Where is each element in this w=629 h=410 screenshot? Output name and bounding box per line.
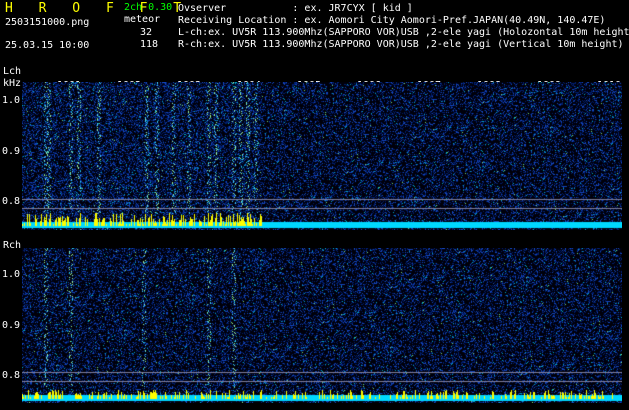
lch-label: Lch <box>3 66 22 77</box>
l-freq-tick-0-9: 0.9 <box>2 146 21 157</box>
image-filename: 2503151000.png <box>5 17 90 28</box>
rch-label: Rch <box>3 240 22 251</box>
l-channel-spectrogram <box>22 82 622 230</box>
l-freq-tick-0-8: 0.8 <box>2 196 21 207</box>
r-freq-tick-0-8: 0.8 <box>2 370 21 381</box>
mode-label: 2ch 0.30 <box>124 2 173 13</box>
l-channel-line: L-ch:ex. UV5R 113.900Mhz(SAPPORO VOR)USB… <box>178 27 629 38</box>
meteor-count-l: 32 <box>140 27 153 38</box>
r-channel-line: R-ch:ex. UV5R 113.900Mhz(SAPPORO VOR)USB… <box>178 39 624 50</box>
r-freq-tick-1-0: 1.0 <box>2 269 21 280</box>
location-line: Receiving Location : ex. Aomori City Aom… <box>178 15 606 26</box>
datetime-label: 25.03.15 10:00 <box>5 40 90 51</box>
r-channel-spectrogram <box>22 248 622 403</box>
meteor-count-r: 118 <box>140 39 159 50</box>
l-freq-tick-1-0: 1.0 <box>2 95 21 106</box>
r-freq-tick-0-9: 0.9 <box>2 320 21 331</box>
meteor-label: meteor <box>124 14 161 25</box>
khz-label: kHz <box>3 78 22 89</box>
observer-line: Ovserver : ex. JR7CYX [ kid ] <box>178 3 413 14</box>
